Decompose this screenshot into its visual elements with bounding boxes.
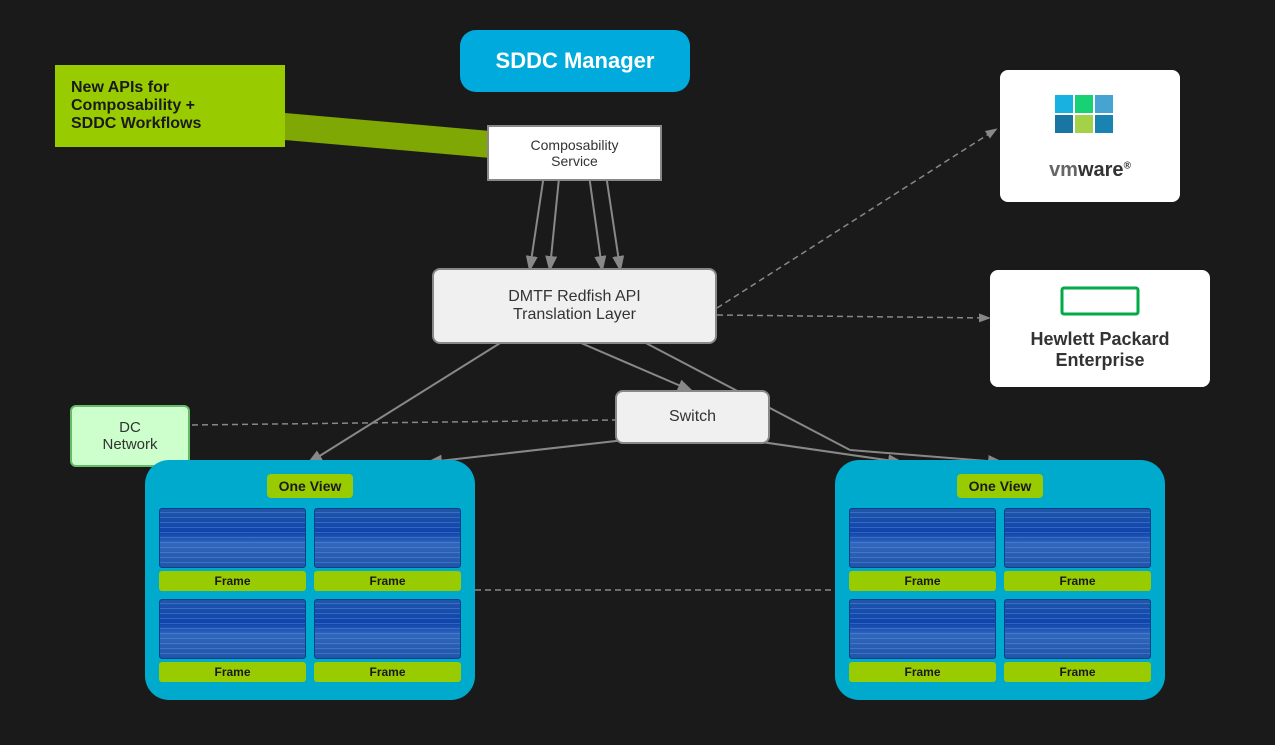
hpe-icon: [1060, 286, 1140, 316]
frame-label-8: Frame: [1004, 662, 1151, 682]
dc-network-label: DCNetwork: [102, 419, 157, 453]
server-item-3: Frame: [159, 599, 306, 682]
diagram: SDDC Manager ComposabilityService New AP…: [0, 0, 1275, 745]
new-apis-box: New APIs forComposability +SDDC Workflow…: [55, 65, 285, 147]
cluster-left: One View Frame Frame Frame Frame: [145, 460, 475, 700]
frame-label-1: Frame: [159, 571, 306, 591]
composability-service-label: ComposabilityService: [531, 137, 619, 169]
cluster-right: One View Frame Frame Frame Frame: [835, 460, 1165, 700]
frame-label-4: Frame: [314, 662, 461, 682]
server-item-2: Frame: [314, 508, 461, 591]
server-rack-6: [1004, 508, 1151, 568]
switch-label: Switch: [669, 408, 716, 425]
vmware-text: vmware®: [1020, 159, 1160, 182]
switch-box: Switch: [615, 390, 770, 444]
dmtf-label: DMTF Redfish APITranslation Layer: [508, 288, 640, 323]
server-rack-5: [849, 508, 996, 568]
composability-service-box: ComposabilityService: [487, 125, 662, 181]
dmtf-box: DMTF Redfish APITranslation Layer: [432, 268, 717, 344]
sddc-manager-label: SDDC Manager: [496, 48, 655, 73]
frame-label-3: Frame: [159, 662, 306, 682]
frames-grid-right: Frame Frame Frame Frame: [849, 508, 1151, 682]
hpe-logo-area: Hewlett PackardEnterprise: [990, 270, 1210, 387]
server-rack-8: [1004, 599, 1151, 659]
one-view-label-left: One View: [267, 474, 354, 498]
server-rack-4: [314, 599, 461, 659]
server-item-6: Frame: [1004, 508, 1151, 591]
vmware-icon: [1050, 90, 1130, 150]
server-item-7: Frame: [849, 599, 996, 682]
server-rack-2: [314, 508, 461, 568]
server-rack-1: [159, 508, 306, 568]
server-item-4: Frame: [314, 599, 461, 682]
server-rack-7: [849, 599, 996, 659]
server-rack-3: [159, 599, 306, 659]
sddc-manager-box: SDDC Manager: [460, 30, 690, 92]
server-item-1: Frame: [159, 508, 306, 591]
dc-network-box: DCNetwork: [70, 405, 190, 467]
frame-label-6: Frame: [1004, 571, 1151, 591]
one-view-label-right: One View: [957, 474, 1044, 498]
frames-grid-left: Frame Frame Frame Frame: [159, 508, 461, 682]
server-item-8: Frame: [1004, 599, 1151, 682]
server-item-5: Frame: [849, 508, 996, 591]
new-apis-label: New APIs forComposability +SDDC Workflow…: [71, 79, 201, 132]
frame-label-5: Frame: [849, 571, 996, 591]
vmware-logo-area: vmware®: [1000, 70, 1180, 202]
frame-label-2: Frame: [314, 571, 461, 591]
frame-label-7: Frame: [849, 662, 996, 682]
hpe-text: Hewlett PackardEnterprise: [1010, 329, 1190, 371]
